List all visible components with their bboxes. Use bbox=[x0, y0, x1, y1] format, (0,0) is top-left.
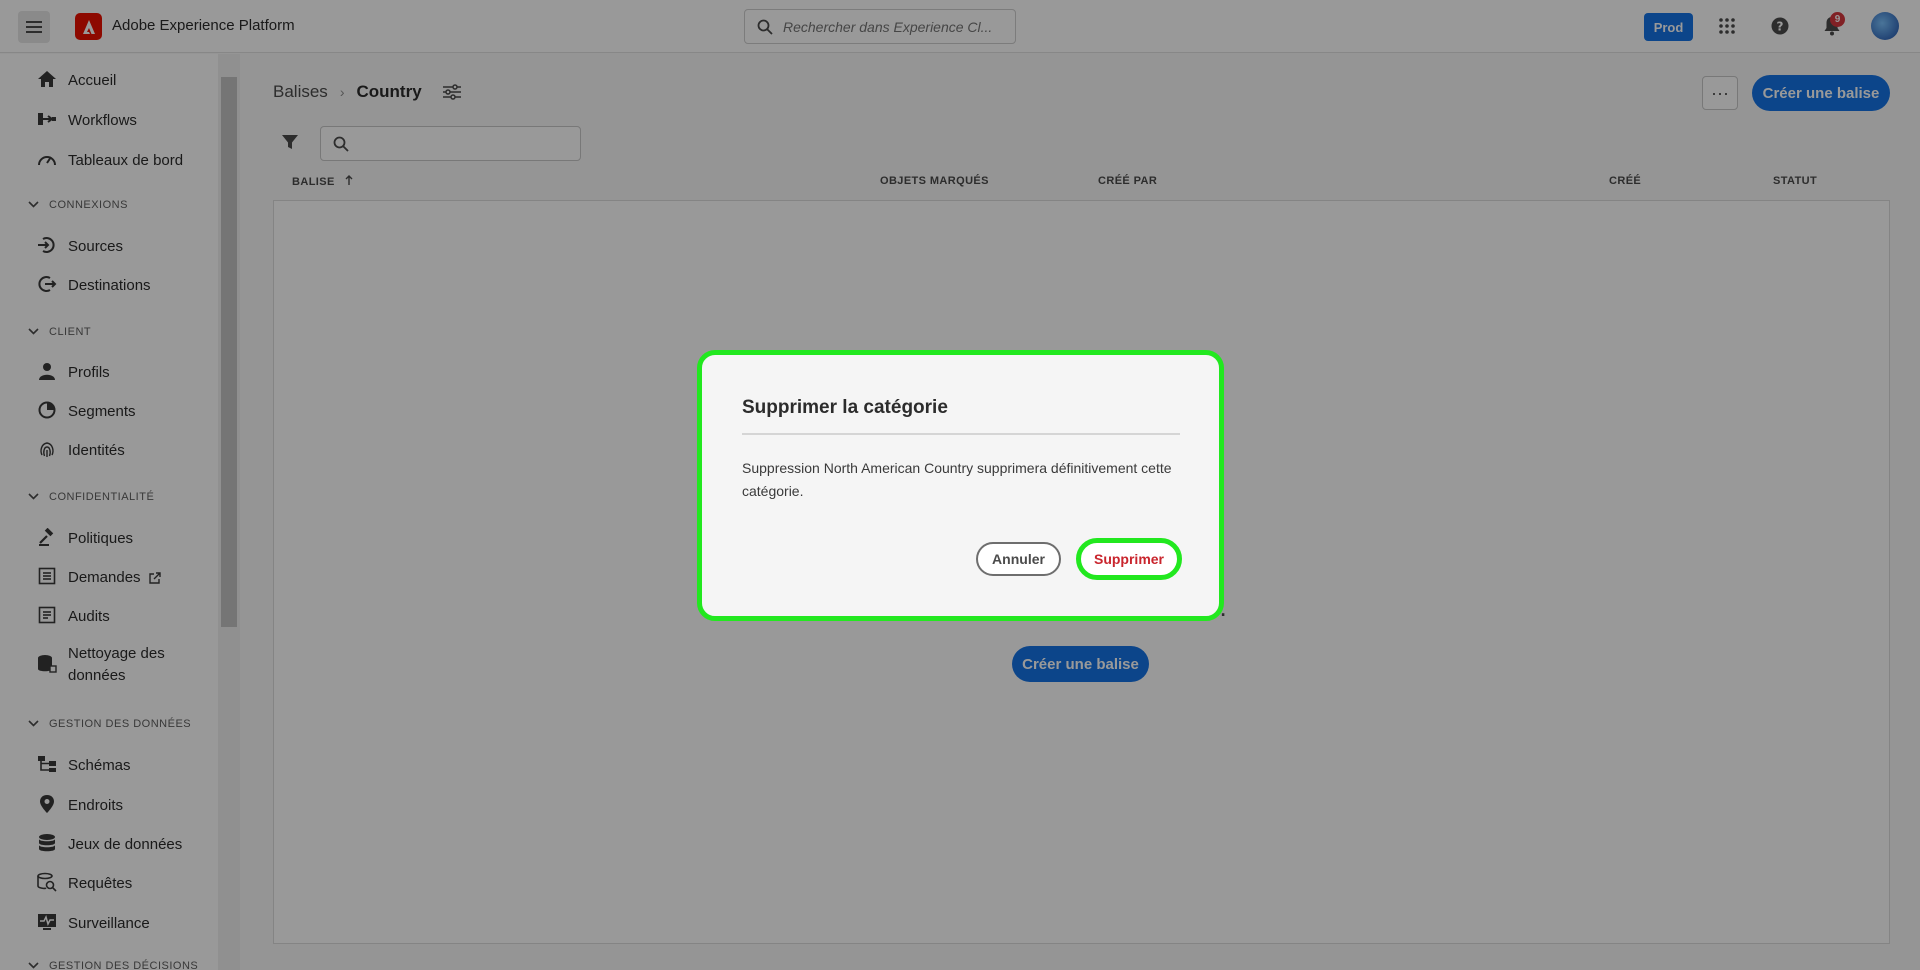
dialog-divider bbox=[742, 433, 1180, 435]
delete-button[interactable]: Supprimer bbox=[1076, 538, 1182, 580]
cancel-button[interactable]: Annuler bbox=[976, 542, 1061, 576]
dialog-title: Supprimer la catégorie bbox=[742, 397, 948, 418]
delete-category-dialog: Supprimer la catégorie Suppression North… bbox=[697, 350, 1224, 621]
dialog-message: Suppression North American Country suppr… bbox=[742, 460, 1172, 499]
